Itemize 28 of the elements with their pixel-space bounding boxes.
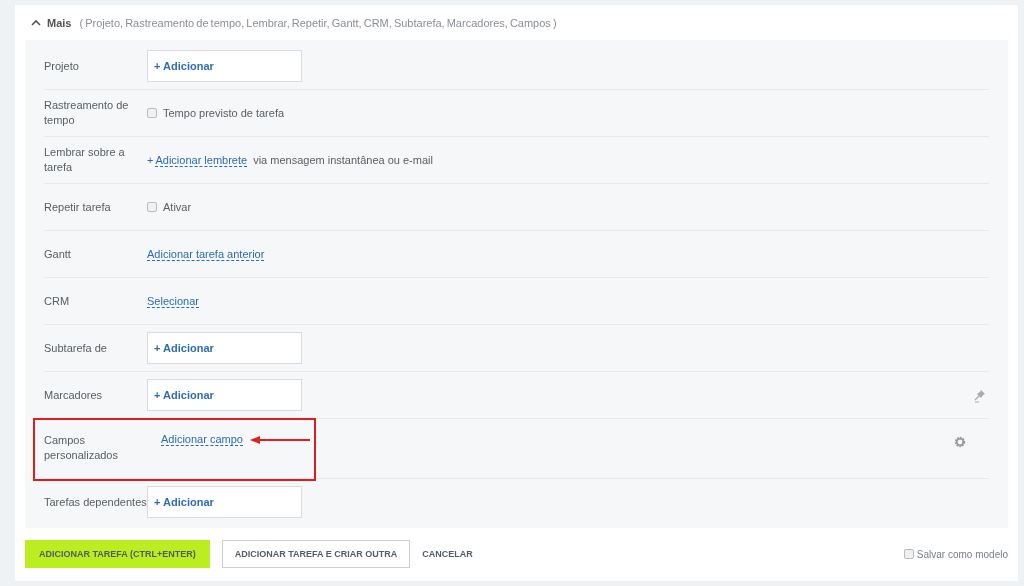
plus-sign: + [147, 154, 154, 166]
field-label: Lembrar sobre a tarefa [44, 145, 126, 175]
field-label: Projeto [44, 58, 80, 74]
field-label: Tarefas dependentes [44, 494, 147, 510]
reminder-hint: via mensagem instantânea ou e-mail [253, 154, 433, 166]
field-link[interactable]: Selecionar [147, 294, 199, 308]
field-label: Repetir tarefa [44, 199, 112, 215]
add-field[interactable]: + Adicionar [147, 379, 302, 411]
field-label: Gantt [44, 246, 72, 262]
add-and-create-button[interactable]: ADICIONAR TAREFA E CRIAR OUTRA [221, 540, 411, 568]
checkbox-label: Ativar [163, 201, 192, 213]
checkbox-label: Tempo previsto de tarefa [163, 107, 285, 119]
field-label: Marcadores [44, 387, 104, 403]
field-link[interactable]: Adicionar tarefa anterior [147, 247, 265, 261]
section-title[interactable]: Mais [47, 16, 72, 29]
add-field-link[interactable]: Adicionar campo [161, 433, 243, 446]
section-summary: ( Projeto, Rastreamento de tempo, Lembrar, Repetir, Gantt, CRM, Subtarefa, Marcadores, Campos ) [79, 16, 557, 29]
field-label: CRM [44, 293, 71, 309]
add-task-button[interactable]: ADICIONAR TAREFA (CTRL+ENTER) [25, 540, 210, 568]
checkbox-label: Salvar como modelo [916, 548, 1008, 560]
field-label: Subtarefa de [44, 340, 108, 356]
field-label: Rastreamento de tempo [44, 98, 130, 128]
field-label: Campos personalizados [44, 433, 119, 463]
add-field[interactable]: + Adicionar [147, 486, 302, 518]
cancel-button[interactable]: CANCELAR [422, 549, 473, 559]
add-reminder-link[interactable]: Adicionar lembrete [155, 153, 248, 167]
add-field[interactable]: + Adicionar [147, 50, 302, 82]
add-field[interactable]: + Adicionar [147, 332, 302, 364]
